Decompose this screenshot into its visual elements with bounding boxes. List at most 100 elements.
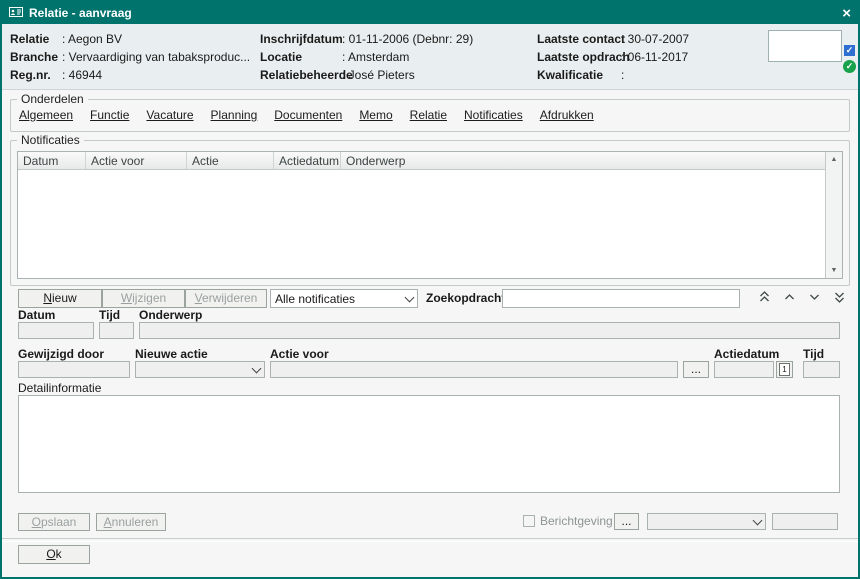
link-algemeen[interactable]: Algemeen xyxy=(19,108,73,122)
window-icon xyxy=(9,6,23,21)
field-label-laatste-opdracht: Laatste opdrach xyxy=(537,50,621,64)
field-value-laatste-opdracht: : 06-11-2017 xyxy=(621,50,688,64)
datum-label: Datum xyxy=(18,309,55,322)
chevron-down-icon xyxy=(753,515,763,525)
onderdelen-legend: Onderdelen xyxy=(17,92,88,106)
onderwerp-input[interactable] xyxy=(139,322,840,339)
link-vacature[interactable]: Vacature xyxy=(146,108,193,122)
berichtgeving-checkbox[interactable] xyxy=(523,515,535,527)
delete-button: Verwijderen xyxy=(185,289,267,308)
relation-info-header: Relatie: Aegon BV Branche: Vervaardiging… xyxy=(2,24,858,90)
filter-select-value: Alle notificaties xyxy=(275,292,355,306)
scroll-down-icon[interactable]: ▼ xyxy=(827,263,842,278)
field-value-kwalificatie: : xyxy=(621,68,624,82)
field-value-relatiebeheerder: : José Pieters xyxy=(342,68,415,82)
column-header-actie-voor[interactable]: Actie voor xyxy=(86,152,187,169)
ok-button[interactable]: Ok xyxy=(18,545,90,564)
nieuwe-actie-select[interactable] xyxy=(135,361,265,378)
field-value-regnr: : 46944 xyxy=(62,68,102,82)
nieuwe-actie-label: Nieuwe actie xyxy=(135,348,208,361)
link-notificaties[interactable]: Notificaties xyxy=(464,108,523,122)
footer-separator xyxy=(2,538,858,542)
field-value-laatste-contact: : 30-07-2007 xyxy=(621,32,689,46)
status-ok-icon: ✓ xyxy=(843,60,856,73)
link-afdrukken[interactable]: Afdrukken xyxy=(540,108,594,122)
notifications-table-header: Datum Actie voor Actie Actiedatum Onderw… xyxy=(18,152,842,170)
field-label-branche: Branche xyxy=(10,50,62,64)
actiedatum-input[interactable] xyxy=(714,361,774,378)
calendar-button[interactable]: 1 xyxy=(776,361,793,378)
datum-input[interactable] xyxy=(18,322,94,339)
nav-last-button[interactable] xyxy=(830,291,848,307)
nav-next-button[interactable] xyxy=(805,291,823,307)
field-label-laatste-contact: Laatste contact xyxy=(537,32,621,46)
nav-first-button[interactable] xyxy=(755,291,773,307)
header-column-2: Inschrijfdatum: 01-11-2006 (Debnr: 29) L… xyxy=(260,32,473,82)
tijd-label: Tijd xyxy=(99,309,120,322)
titlebar: Relatie - aanvraag × xyxy=(2,2,858,24)
notifications-table: Datum Actie voor Actie Actiedatum Onderw… xyxy=(17,151,843,279)
field-value-relatie: : Aegon BV xyxy=(62,32,122,46)
save-button: Opslaan xyxy=(18,513,90,531)
actie-voor-input[interactable] xyxy=(270,361,678,378)
link-memo[interactable]: Memo xyxy=(359,108,392,122)
record-navigation xyxy=(755,291,848,307)
edit-button: Wijzigen xyxy=(102,289,185,308)
field-value-locatie: : Amsterdam xyxy=(342,50,409,64)
relatie-aanvraag-window: Relatie - aanvraag × Relatie: Aegon BV B… xyxy=(0,0,860,579)
filter-select[interactable]: Alle notificaties xyxy=(270,289,418,308)
field-label-relatiebeheerder: Relatiebeheerde xyxy=(260,68,342,82)
vertical-scrollbar[interactable]: ▲ ▼ xyxy=(825,152,842,278)
berichtgeving-select[interactable] xyxy=(647,513,766,530)
field-value-branche: : Vervaardiging van tabaksproduc... xyxy=(62,50,250,64)
berichtgeving-input[interactable] xyxy=(772,513,838,530)
new-button[interactable]: Nieuw xyxy=(18,289,102,308)
onderdelen-group: Onderdelen Algemeen Functie Vacature Pla… xyxy=(10,99,850,132)
field-label-locatie: Locatie xyxy=(260,50,342,64)
close-icon[interactable]: × xyxy=(842,6,851,21)
field-label-kwalificatie: Kwalificatie xyxy=(537,68,621,82)
column-header-datum[interactable]: Datum xyxy=(18,152,86,169)
column-header-actie[interactable]: Actie xyxy=(187,152,274,169)
notificaties-group: Notificaties Datum Actie voor Actie Acti… xyxy=(10,140,850,286)
header-column-1: Relatie: Aegon BV Branche: Vervaardiging… xyxy=(10,32,250,82)
column-header-onderwerp[interactable]: Onderwerp xyxy=(341,152,842,169)
notificaties-legend: Notificaties xyxy=(17,133,84,147)
actiedatum-label: Actiedatum xyxy=(714,348,779,361)
field-label-inschrijfdatum: Inschrijfdatum xyxy=(260,32,342,46)
window-title: Relatie - aanvraag xyxy=(29,6,132,20)
status-icons: ✓ ✓ xyxy=(843,45,856,73)
field-value-inschrijfdatum: : 01-11-2006 (Debnr: 29) xyxy=(342,32,473,46)
detailinformatie-textarea[interactable] xyxy=(18,395,840,493)
actie-voor-browse-button[interactable]: ... xyxy=(683,361,709,378)
actie-voor-label: Actie voor xyxy=(270,348,329,361)
tijd2-label: Tijd xyxy=(803,348,824,361)
header-column-3: Laatste contact: 30-07-2007 Laatste opdr… xyxy=(537,32,689,82)
link-functie[interactable]: Functie xyxy=(90,108,129,122)
link-relatie[interactable]: Relatie xyxy=(410,108,447,122)
chevron-down-icon xyxy=(405,292,415,302)
checked-checkbox-icon[interactable]: ✓ xyxy=(844,45,855,56)
onderwerp-label: Onderwerp xyxy=(139,309,202,322)
tijd-input[interactable] xyxy=(99,322,134,339)
cancel-button: Annuleren xyxy=(96,513,166,531)
onderdelen-links: Algemeen Functie Vacature Planning Docum… xyxy=(19,108,594,122)
calendar-icon: 1 xyxy=(779,363,790,376)
chevron-down-icon xyxy=(252,363,262,373)
berichtgeving-label: Berichtgeving xyxy=(540,515,613,528)
field-label-regnr: Reg.nr. xyxy=(10,68,62,82)
berichtgeving-browse-button[interactable]: ... xyxy=(614,513,639,530)
tijd2-input[interactable] xyxy=(803,361,840,378)
link-documenten[interactable]: Documenten xyxy=(274,108,342,122)
search-label: Zoekopdracht xyxy=(426,292,505,305)
scroll-up-icon[interactable]: ▲ xyxy=(827,152,842,167)
nav-prev-button[interactable] xyxy=(780,291,798,307)
photo-placeholder xyxy=(768,30,842,62)
detailinformatie-label: Detailinformatie xyxy=(18,382,101,395)
search-input[interactable] xyxy=(502,289,740,308)
link-planning[interactable]: Planning xyxy=(211,108,258,122)
field-label-relatie: Relatie xyxy=(10,32,62,46)
gewijzigd-door-input[interactable] xyxy=(18,361,130,378)
column-header-actiedatum[interactable]: Actiedatum xyxy=(274,152,341,169)
gewijzigd-door-label: Gewijzigd door xyxy=(18,348,104,361)
